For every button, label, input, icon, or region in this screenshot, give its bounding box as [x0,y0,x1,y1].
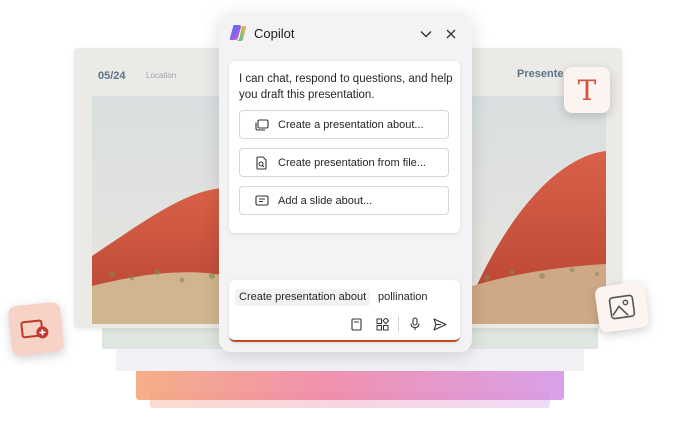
collapse-button[interactable] [417,25,435,43]
copilot-welcome-card: I can chat, respond to questions, and he… [229,61,460,233]
text-letter-icon: T [577,73,597,107]
copilot-panel: Copilot I can chat, respond to questions… [219,13,472,352]
slide-date: 05/24 [98,70,126,82]
suggestion-label: Create presentation from file... [278,156,426,169]
suggestion-add-slide[interactable]: Add a slide about... [239,186,449,215]
prompt-chip[interactable]: Create presentation about [235,289,371,306]
microphone-button[interactable] [407,316,423,332]
video-add-icon [20,319,49,339]
slides-icon [254,117,270,133]
suggestion-label: Create a presentation about... [278,118,424,131]
copilot-logo-icon [229,25,247,41]
close-button[interactable] [442,25,460,43]
send-icon [433,317,447,331]
text-format-tile: T [564,67,610,113]
image-icon [608,294,636,320]
notebook-icon [350,317,362,331]
copilot-intro-text: I can chat, respond to questions, and he… [239,73,453,101]
suggestion-create-from-file[interactable]: Create presentation from file... [239,148,449,177]
close-icon [446,29,456,39]
send-button[interactable] [432,316,448,332]
toolbar-divider [398,316,399,332]
apps-button[interactable] [374,316,390,332]
apps-icon [376,317,389,330]
copilot-header: Copilot [219,13,472,55]
slide-add-icon [254,193,270,209]
file-search-icon [254,155,270,171]
suggestion-create-presentation[interactable]: Create a presentation about... [239,110,449,139]
chevron-down-icon [420,31,432,38]
microphone-icon [410,317,420,330]
slide-location: Location [146,71,177,80]
image-tile [594,280,650,334]
prompt-input-text[interactable]: pollination [378,291,428,303]
suggestion-label: Add a slide about... [278,194,373,207]
video-tile [7,301,65,357]
notebook-button[interactable] [348,316,364,332]
chat-input-box[interactable]: Create presentation about pollination [229,280,460,342]
background-gradient-bar [136,368,564,400]
slide-title: Presente [517,68,564,80]
copilot-title: Copilot [254,26,295,41]
